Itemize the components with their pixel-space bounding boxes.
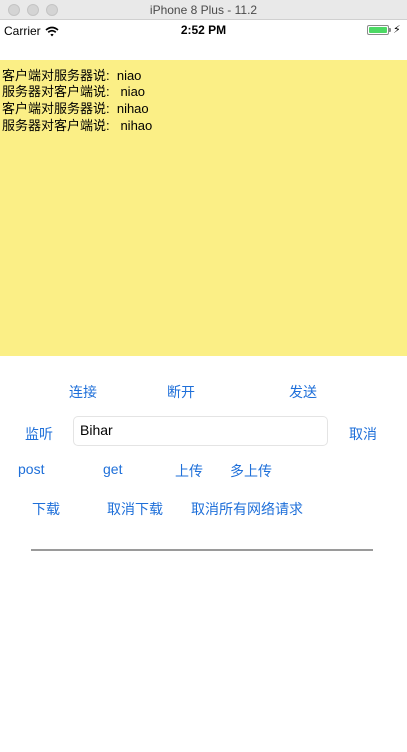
- download-button[interactable]: 下载: [32, 499, 60, 519]
- battery-icon: [367, 25, 389, 35]
- disconnect-button[interactable]: 断开: [167, 382, 195, 402]
- cancel-download-button[interactable]: 取消下载: [107, 499, 163, 519]
- send-button[interactable]: 发送: [289, 382, 317, 402]
- window-title: iPhone 8 Plus - 11.2: [149, 3, 258, 17]
- download-progress-bar: [31, 549, 373, 551]
- status-time: 2:52 PM: [180, 23, 227, 37]
- log-line: 服务器对客户端说: nihao: [2, 118, 153, 133]
- multi-upload-button[interactable]: 多上传: [230, 461, 272, 481]
- post-button[interactable]: post: [18, 461, 44, 477]
- message-input[interactable]: [80, 417, 320, 443]
- connect-button[interactable]: 连接: [69, 382, 97, 402]
- message-log: 客户端对服务器说: niao 服务器对客户端说: niao 客户端对服务器说: …: [0, 60, 407, 356]
- charging-bolt-icon: ⚡: [393, 24, 401, 36]
- log-line: 服务器对客户端说: niao: [2, 84, 146, 99]
- status-bar: Carrier 2:52 PM ⚡: [0, 20, 407, 40]
- simulator-titlebar: iPhone 8 Plus - 11.2: [0, 0, 407, 20]
- get-button[interactable]: get: [103, 461, 122, 477]
- log-line: 客户端对服务器说: nihao: [2, 101, 149, 116]
- upload-button[interactable]: 上传: [175, 461, 203, 481]
- message-input-box[interactable]: [73, 416, 328, 446]
- battery-level: [369, 27, 387, 33]
- cancel-button[interactable]: 取消: [349, 424, 377, 444]
- cancel-all-requests-button[interactable]: 取消所有网络请求: [191, 499, 303, 519]
- battery-cap: [389, 28, 391, 32]
- log-line: 客户端对服务器说: niao: [2, 68, 142, 83]
- listen-button[interactable]: 监听: [25, 424, 53, 444]
